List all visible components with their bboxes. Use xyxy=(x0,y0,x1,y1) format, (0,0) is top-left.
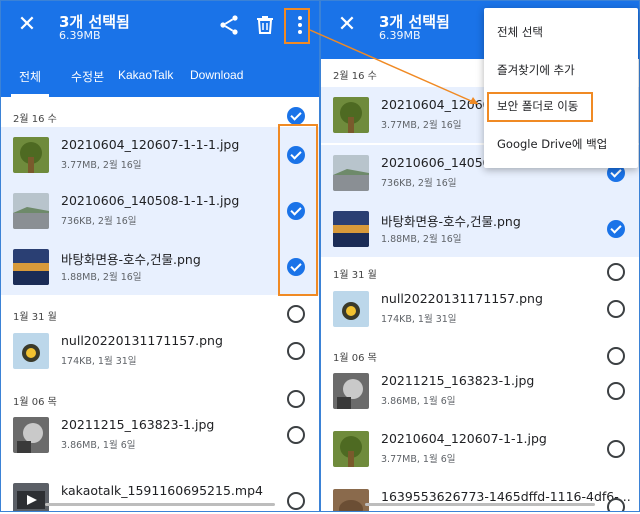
file-meta: 3.77MB, 2월 16일 xyxy=(381,120,462,131)
photo-thumbnail xyxy=(333,155,369,191)
photo-thumbnail xyxy=(333,211,369,247)
file-meta: 3.86MB, 1월 6일 xyxy=(381,396,456,407)
file-checkbox[interactable] xyxy=(607,440,625,458)
file-checkbox[interactable] xyxy=(287,492,305,510)
file-meta: 1.88MB, 2월 16일 xyxy=(381,234,462,245)
file-meta: 1.88MB, 2월 16일 xyxy=(61,272,142,283)
file-checkbox[interactable] xyxy=(607,300,625,318)
file-name: null20220131171157.png xyxy=(381,291,543,306)
share-icon[interactable] xyxy=(217,13,241,37)
close-icon[interactable]: ✕ xyxy=(335,13,359,37)
file-row[interactable]: 20210604_120607-1-1-1.jpg 3.77MB, 2월 16일 xyxy=(1,127,319,183)
menu-item-select-all[interactable]: 전체 선택 xyxy=(484,14,638,50)
section-header: 1월 31 월 xyxy=(13,312,57,323)
file-checkbox[interactable] xyxy=(287,258,305,276)
close-icon[interactable]: ✕ xyxy=(15,13,39,37)
photo-thumbnail xyxy=(333,373,369,409)
file-row[interactable]: 20211215_163823-1.jpg 3.86MB, 1월 6일 xyxy=(321,363,639,419)
section-header: 1월 31 월 xyxy=(333,270,377,281)
tab-edited[interactable]: 수정본 xyxy=(71,68,104,85)
file-row[interactable]: 20211215_163823-1.jpg 3.86MB, 1월 6일 xyxy=(1,407,319,463)
file-name: 1639553626773-1465dffd-1116-4df6-... xyxy=(381,489,631,504)
menu-item-move-to-secure-folder[interactable]: 보안 폴더로 이동 xyxy=(484,88,638,124)
file-meta: 3.77MB, 2월 16일 xyxy=(61,160,142,171)
section-header: 2월 16 수 xyxy=(13,114,57,125)
overflow-menu: 전체 선택 즐겨찾기에 추가 보안 폴더로 이동 Google Drive에 백… xyxy=(484,8,638,168)
section-select-all-check[interactable] xyxy=(287,390,305,408)
menu-item-google-drive-backup[interactable]: Google Drive에 백업 xyxy=(484,126,638,162)
scrollbar[interactable] xyxy=(365,503,595,506)
file-name: 20210604_120607 xyxy=(381,97,499,112)
file-meta: 3.77MB, 1월 6일 xyxy=(381,454,456,465)
delete-icon[interactable] xyxy=(253,13,277,37)
tab-download[interactable]: Download xyxy=(190,68,243,82)
section-select-all-check[interactable] xyxy=(287,107,305,125)
selection-size: 6.39MB xyxy=(379,29,421,42)
scrollbar[interactable] xyxy=(45,503,275,506)
left-selection-appbar: ✕ 3개 선택됨 6.39MB 전체 수정본 KakaoTalk Downloa… xyxy=(1,1,319,97)
file-checkbox[interactable] xyxy=(287,426,305,444)
file-row[interactable]: kakaotalk_1591160695215.mp4 xyxy=(1,473,319,511)
section-select-all-check[interactable] xyxy=(287,305,305,323)
file-name: 20210604_120607-1-1.jpg xyxy=(381,431,547,446)
tab-all[interactable]: 전체 xyxy=(19,68,41,85)
file-name: null20220131171157.png xyxy=(61,333,223,348)
section-header: 2월 16 수 xyxy=(333,71,377,82)
file-meta: 174KB, 1월 31일 xyxy=(61,356,137,367)
file-checkbox[interactable] xyxy=(607,498,625,511)
screenshot-stage: ✕ 3개 선택됨 6.39MB 전체 수정본 KakaoTalk Downloa… xyxy=(0,0,640,514)
file-name: 바탕화면용-호수,건물.png xyxy=(381,214,521,229)
filter-tabs: 전체 수정본 KakaoTalk Download xyxy=(1,59,319,97)
file-checkbox[interactable] xyxy=(287,342,305,360)
file-row[interactable]: 20210604_120607-1-1.jpg 3.77MB, 1월 6일 xyxy=(321,421,639,477)
left-phone-screen: ✕ 3개 선택됨 6.39MB 전체 수정본 KakaoTalk Downloa… xyxy=(0,0,320,512)
file-checkbox[interactable] xyxy=(607,220,625,238)
photo-thumbnail xyxy=(333,489,369,511)
more-options-icon[interactable] xyxy=(288,13,312,37)
file-row[interactable]: 바탕화면용-호수,건물.png 1.88MB, 2월 16일 xyxy=(321,201,639,257)
file-checkbox[interactable] xyxy=(287,202,305,220)
file-name: 바탕화면용-호수,건물.png xyxy=(61,252,201,267)
file-row[interactable]: null20220131171157.png 174KB, 1월 31일 xyxy=(321,281,639,337)
file-meta: 736KB, 2월 16일 xyxy=(381,178,457,189)
photo-thumbnail xyxy=(13,193,49,229)
file-checkbox[interactable] xyxy=(287,146,305,164)
image-thumbnail xyxy=(333,291,369,327)
photo-thumbnail xyxy=(13,417,49,453)
video-thumbnail xyxy=(13,483,49,511)
file-meta: 736KB, 2월 16일 xyxy=(61,216,137,227)
menu-item-add-to-favorites[interactable]: 즐겨찾기에 추가 xyxy=(484,52,638,88)
selection-size: 6.39MB xyxy=(59,29,101,42)
file-meta: 3.86MB, 1월 6일 xyxy=(61,440,136,451)
file-meta: 174KB, 1월 31일 xyxy=(381,314,457,325)
active-tab-indicator xyxy=(11,94,49,97)
file-checkbox[interactable] xyxy=(607,382,625,400)
file-name: 20210606_140508-1-1-1.jpg xyxy=(61,193,240,208)
file-row[interactable]: 1639553626773-1465dffd-1116-4df6-... xyxy=(321,479,639,511)
image-thumbnail xyxy=(13,333,49,369)
section-header: 1월 06 목 xyxy=(13,397,57,408)
photo-thumbnail xyxy=(13,249,49,285)
photo-thumbnail xyxy=(13,137,49,173)
section-select-all-check[interactable] xyxy=(607,263,625,281)
file-name: 20211215_163823-1.jpg xyxy=(381,373,535,388)
file-row[interactable]: 20210606_140508-1-1-1.jpg 736KB, 2월 16일 xyxy=(1,183,319,239)
file-row[interactable]: null20220131171157.png 174KB, 1월 31일 xyxy=(1,323,319,379)
photo-thumbnail xyxy=(333,431,369,467)
file-row[interactable]: 바탕화면용-호수,건물.png 1.88MB, 2월 16일 xyxy=(1,239,319,295)
file-name: 20210604_120607-1-1-1.jpg xyxy=(61,137,240,152)
section-header: 1월 06 목 xyxy=(333,353,377,364)
file-name: 20210606_140508 xyxy=(381,155,499,170)
file-name: 20211215_163823-1.jpg xyxy=(61,417,215,432)
tab-kakaotalk[interactable]: KakaoTalk xyxy=(118,68,173,82)
photo-thumbnail xyxy=(333,97,369,133)
file-name: kakaotalk_1591160695215.mp4 xyxy=(61,483,263,498)
